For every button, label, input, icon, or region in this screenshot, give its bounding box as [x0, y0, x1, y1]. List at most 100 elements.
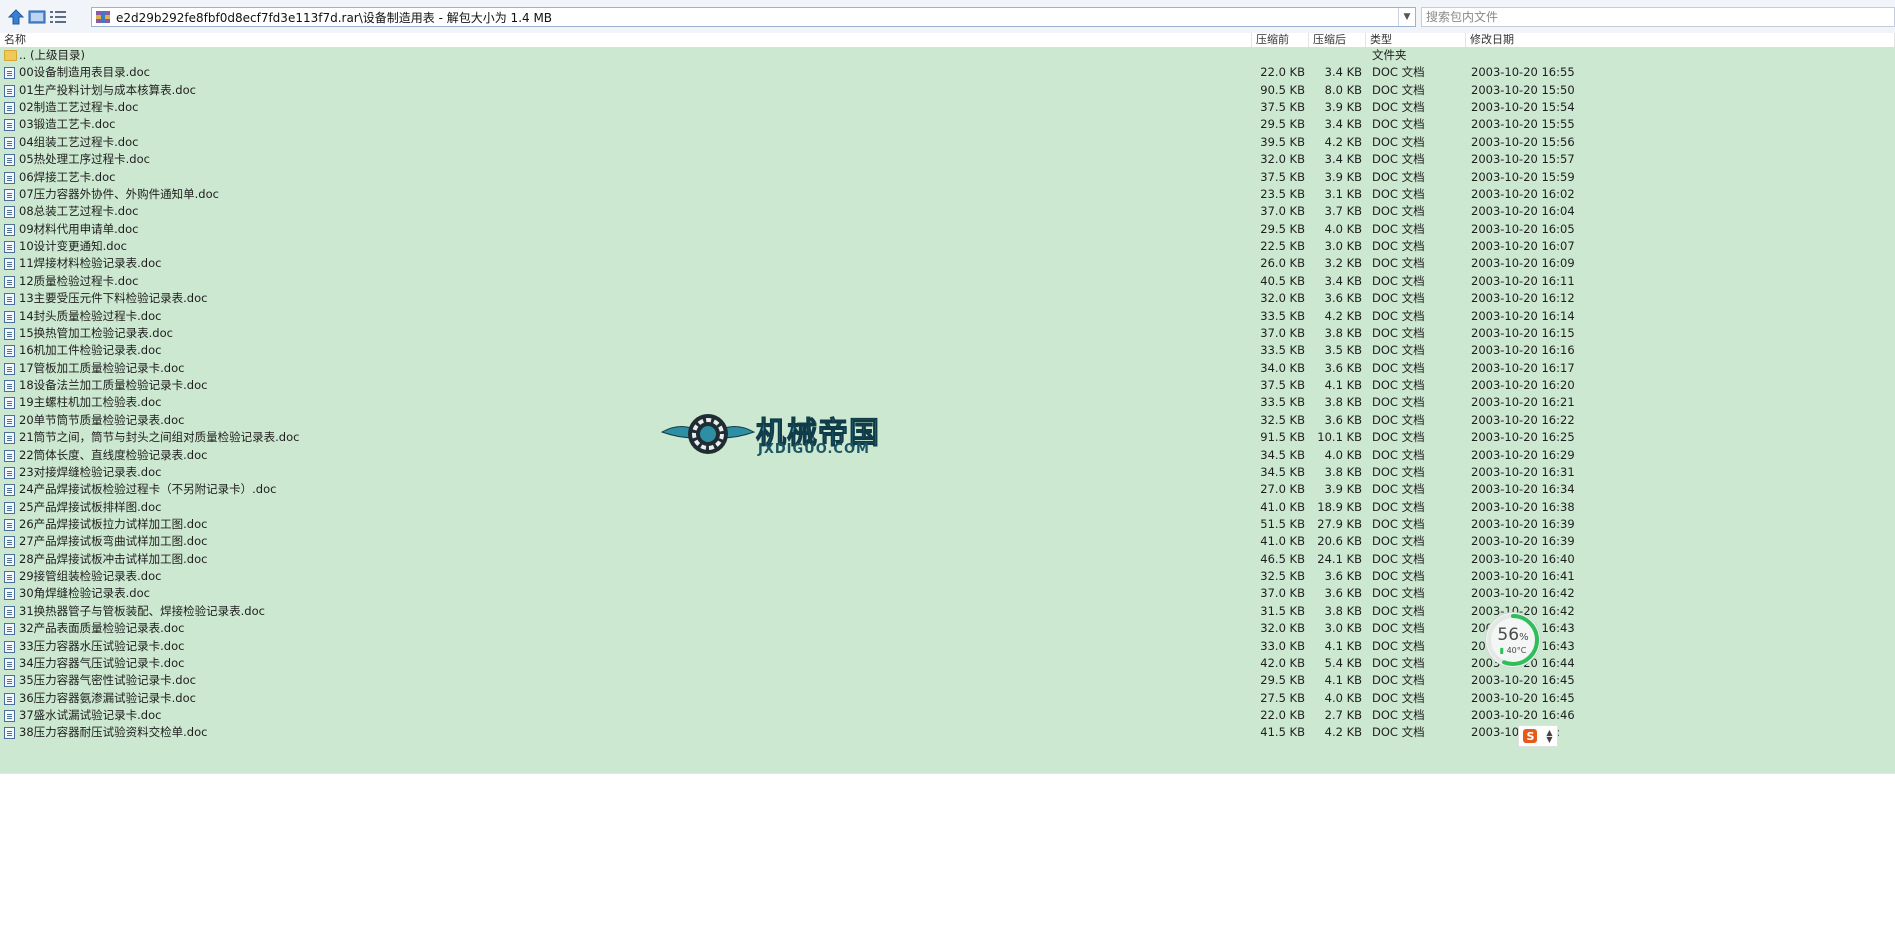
- file-row[interactable]: 33压力容器水压试验记录卡.doc33.0 KB4.1 KBDOC 文档2003…: [0, 638, 1895, 655]
- file-row[interactable]: 24产品焊接试板检验过程卡（不另附记录卡）.doc 27.0 KB 3.9 KB DO…: [0, 481, 1895, 498]
- file-size-before: 22.5 KB: [1260, 239, 1305, 254]
- file-size-after: 3.8 KB: [1324, 464, 1362, 479]
- file-type: DOC 文档: [1372, 516, 1425, 531]
- file-row[interactable]: 08总装工艺过程卡.doc 37.0 KB 3.7 KB DOC 文档 2003-10-…: [0, 203, 1895, 220]
- performance-gauge[interactable]: 56% ▮ 40°C: [1486, 613, 1540, 667]
- doc-file-icon: [4, 414, 15, 427]
- file-size-after: 3.6 KB: [1324, 569, 1362, 584]
- column-name[interactable]: 名称: [0, 33, 1252, 47]
- file-size-after: 3.0 KB: [1324, 239, 1362, 254]
- file-row[interactable]: 26产品焊接试板拉力试样加工图.doc 51.5 KB 27.9 KB DOC 文档 2…: [0, 516, 1895, 533]
- file-size-before: 37.0 KB: [1260, 325, 1305, 340]
- file-type: DOC 文档: [1372, 499, 1425, 514]
- column-type[interactable]: 类型: [1366, 33, 1466, 47]
- file-row[interactable]: 02制造工艺过程卡.doc 37.5 KB 3.9 KB DOC 文档 2003-10-…: [0, 99, 1895, 116]
- file-size-before: 39.5 KB: [1260, 134, 1305, 149]
- file-size-before: 27.5 KB: [1260, 690, 1305, 705]
- file-size-after: 3.8 KB: [1324, 325, 1362, 340]
- file-row[interactable]: 16机加工件检验记录表.doc 33.5 KB 3.5 KB DOC 文档 2003-1…: [0, 342, 1895, 359]
- file-size-after: 3.6 KB: [1324, 291, 1362, 306]
- file-type: DOC 文档: [1372, 603, 1425, 618]
- file-size-before: 31.5 KB: [1260, 603, 1305, 618]
- doc-file-icon: [4, 501, 15, 514]
- address-bar[interactable]: e2d29b292fe8fbf0d8ecf7fd3e113f7d.rar\设备制…: [91, 7, 1416, 27]
- ime-badge[interactable]: S ▲ ▼: [1518, 725, 1558, 747]
- file-row[interactable]: 03锻造工艺卡.doc 29.5 KB 3.4 KB DOC 文档 2003-10-20…: [0, 116, 1895, 133]
- file-type: DOC 文档: [1372, 204, 1425, 219]
- file-name: 03锻造工艺卡.doc: [19, 117, 116, 132]
- file-size-after: 3.8 KB: [1324, 395, 1362, 410]
- file-row[interactable]: 30角焊缝检验记录表.doc 37.0 KB 3.6 KB DOC 文档 2003-10…: [0, 585, 1895, 602]
- doc-file-icon: [4, 536, 15, 549]
- file-size-before: 29.5 KB: [1260, 221, 1305, 236]
- file-row[interactable]: 00设备制造用表目录.doc 22.0 KB 3.4 KB DOC 文档 2003-10…: [0, 64, 1895, 81]
- file-row[interactable]: 28产品焊接试板冲击试样加工图.doc 46.5 KB 24.1 KB DOC 文档 2…: [0, 551, 1895, 568]
- file-date: 2003-10-20 15:57: [1471, 152, 1575, 167]
- file-row[interactable]: 31换热器管子与管板装配、焊接检验记录表.doc 31.5 KB 3.8 KB DOC…: [0, 603, 1895, 620]
- file-size-after: 4.2 KB: [1324, 308, 1362, 323]
- file-name: 30角焊缝检验记录表.doc: [19, 586, 150, 601]
- list-view-icon[interactable]: [48, 7, 68, 27]
- doc-file-icon: [4, 258, 15, 271]
- file-row[interactable]: 36压力容器氨渗漏试验记录卡.doc 27.5 KB 4.0 KB DOC 文档 200…: [0, 690, 1895, 707]
- file-row[interactable]: 01生产投料计划与成本核算表.doc 90.5 KB 8.0 KB DOC 文档 200…: [0, 82, 1895, 99]
- search-input[interactable]: [1422, 8, 1895, 26]
- file-date: 2003-10-20 16:46: [1471, 708, 1575, 723]
- file-row[interactable]: 09材料代用申请单.doc 29.5 KB 4.0 KB DOC 文档 2003-10-…: [0, 221, 1895, 238]
- parent-directory-row[interactable]: .. (上级目录) 文件夹: [0, 47, 1895, 64]
- file-row[interactable]: 07压力容器外协件、外购件通知单.doc 23.5 KB 3.1 KB DOC 文档 2…: [0, 186, 1895, 203]
- file-size-after: 3.6 KB: [1324, 412, 1362, 427]
- column-after[interactable]: 压缩后: [1309, 33, 1366, 47]
- file-row[interactable]: 37盛水试漏试验记录卡.doc 22.0 KB 2.7 KB DOC 文档 2003-1…: [0, 707, 1895, 724]
- file-row[interactable]: 15换热管加工检验记录表.doc 37.0 KB 3.8 KB DOC 文档 2003-…: [0, 325, 1895, 342]
- watermark-subtitle: JXDIGUO.COM: [758, 442, 870, 457]
- file-row[interactable]: 21筒节之间，筒节与封头之间组对质量检验记录表.doc 91.5 KB 10.1 K…: [0, 429, 1895, 446]
- file-row[interactable]: 05热处理工序过程卡.doc 32.0 KB 3.4 KB DOC 文档 2003-10…: [0, 151, 1895, 168]
- file-size-before: 27.0 KB: [1260, 482, 1305, 497]
- column-date[interactable]: 修改日期: [1466, 33, 1895, 47]
- search-box[interactable]: [1421, 7, 1895, 27]
- file-row[interactable]: 35压力容器气密性试验记录卡.doc 29.5 KB 4.1 KB DOC 文档 200…: [0, 672, 1895, 689]
- file-row[interactable]: 23对接焊缝检验记录表.doc 34.5 KB 3.8 KB DOC 文档 2003-1…: [0, 464, 1895, 481]
- file-size-before: 33.5 KB: [1260, 395, 1305, 410]
- file-row[interactable]: 34压力容器气压试验记录卡.doc42.0 KB5.4 KBDOC 文档2003…: [0, 655, 1895, 672]
- file-size-before: 42.0 KB: [1260, 655, 1305, 670]
- arrow-up-icon[interactable]: [6, 7, 26, 27]
- file-name: 06焊接工艺卡.doc: [19, 169, 116, 184]
- file-size-after: 3.7 KB: [1324, 204, 1362, 219]
- file-row[interactable]: 11焊接材料检验记录表.doc 26.0 KB 3.2 KB DOC 文档 2003-1…: [0, 255, 1895, 272]
- file-name: 35压力容器气密性试验记录卡.doc: [19, 673, 196, 688]
- file-row[interactable]: 32产品表面质量检验记录表.doc32.0 KB3.0 KBDOC 文档2003…: [0, 620, 1895, 637]
- file-type: DOC 文档: [1372, 638, 1425, 653]
- file-name: 32产品表面质量检验记录表.doc: [19, 621, 185, 636]
- file-row[interactable]: 22筒体长度、直线度检验记录表.doc 34.5 KB 4.0 KB DOC 文档 20…: [0, 447, 1895, 464]
- doc-file-icon: [4, 362, 15, 375]
- thumbnail-view-icon[interactable]: [27, 7, 47, 27]
- column-before[interactable]: 压缩前: [1252, 33, 1309, 47]
- file-size-after: 4.0 KB: [1324, 690, 1362, 705]
- file-row[interactable]: 06焊接工艺卡.doc 37.5 KB 3.9 KB DOC 文档 2003-10-20…: [0, 169, 1895, 186]
- file-row[interactable]: 25产品焊接试板排样图.doc 41.0 KB 18.9 KB DOC 文档 2003-…: [0, 499, 1895, 516]
- file-row[interactable]: 38压力容器耐压试验资料交检单.doc 41.5 KB 4.2 KB DOC 文档 20…: [0, 724, 1895, 741]
- file-row[interactable]: 12质量检验过程卡.doc 40.5 KB 3.4 KB DOC 文档 2003-10-…: [0, 273, 1895, 290]
- file-row[interactable]: 27产品焊接试板弯曲试样加工图.doc 41.0 KB 20.6 KB DOC 文档 2…: [0, 533, 1895, 550]
- file-name: 37盛水试漏试验记录卡.doc: [19, 708, 162, 723]
- file-name: 28产品焊接试板冲击试样加工图.doc: [19, 551, 208, 566]
- chevron-down-icon[interactable]: ▼: [1398, 8, 1415, 26]
- chevron-updown-icon: ▲ ▼: [1546, 728, 1553, 744]
- doc-file-icon: [4, 605, 15, 618]
- file-row[interactable]: 18设备法兰加工质量检验记录卡.doc 37.5 KB 4.1 KB DOC 文档 20…: [0, 377, 1895, 394]
- file-row[interactable]: 20单节筒节质量检验记录表.doc 32.5 KB 3.6 KB DOC 文档 2003…: [0, 412, 1895, 429]
- file-row[interactable]: 17管板加工质量检验记录卡.doc 34.0 KB 3.6 KB DOC 文档 2003…: [0, 360, 1895, 377]
- file-date: 2003-10-20 16:16: [1471, 343, 1575, 358]
- file-row[interactable]: 19主螺柱机加工检验表.doc 33.5 KB 3.8 KB DOC 文档 2003-1…: [0, 394, 1895, 411]
- file-row[interactable]: 29接管组装检验记录表.doc 32.5 KB 3.6 KB DOC 文档 2003-1…: [0, 568, 1895, 585]
- file-row[interactable]: 13主要受压元件下料检验记录表.doc 32.0 KB 3.6 KB DOC 文档 20…: [0, 290, 1895, 307]
- file-row[interactable]: 10设计变更通知.doc 22.5 KB 3.0 KB DOC 文档 2003-10-2…: [0, 238, 1895, 255]
- file-size-before: 32.0 KB: [1260, 152, 1305, 167]
- file-type: DOC 文档: [1372, 360, 1425, 375]
- file-row[interactable]: 14封头质量检验过程卡.doc 33.5 KB 4.2 KB DOC 文档 2003-1…: [0, 308, 1895, 325]
- file-name: 02制造工艺过程卡.doc: [19, 100, 139, 115]
- file-row[interactable]: 04组装工艺过程卡.doc 39.5 KB 4.2 KB DOC 文档 2003-10-…: [0, 134, 1895, 151]
- file-date: 2003-10-20 16:55: [1471, 65, 1575, 80]
